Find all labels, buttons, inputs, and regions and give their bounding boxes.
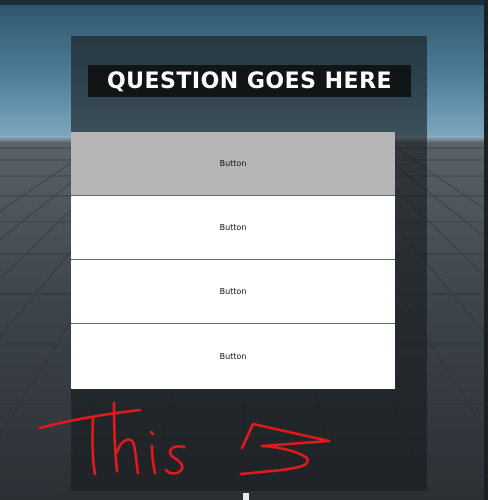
answer-button-2[interactable]: Button	[71, 196, 395, 260]
answer-buttons: Button Button Button Button	[71, 132, 395, 392]
answer-button-3[interactable]: Button	[71, 260, 395, 324]
answer-button-4[interactable]: Button	[71, 324, 395, 389]
question-label: QUESTION GOES HERE	[88, 65, 411, 97]
window-edge	[484, 0, 488, 500]
cursor-icon	[243, 493, 249, 500]
answer-button-1[interactable]: Button	[71, 132, 395, 196]
top-bar	[0, 0, 488, 5]
